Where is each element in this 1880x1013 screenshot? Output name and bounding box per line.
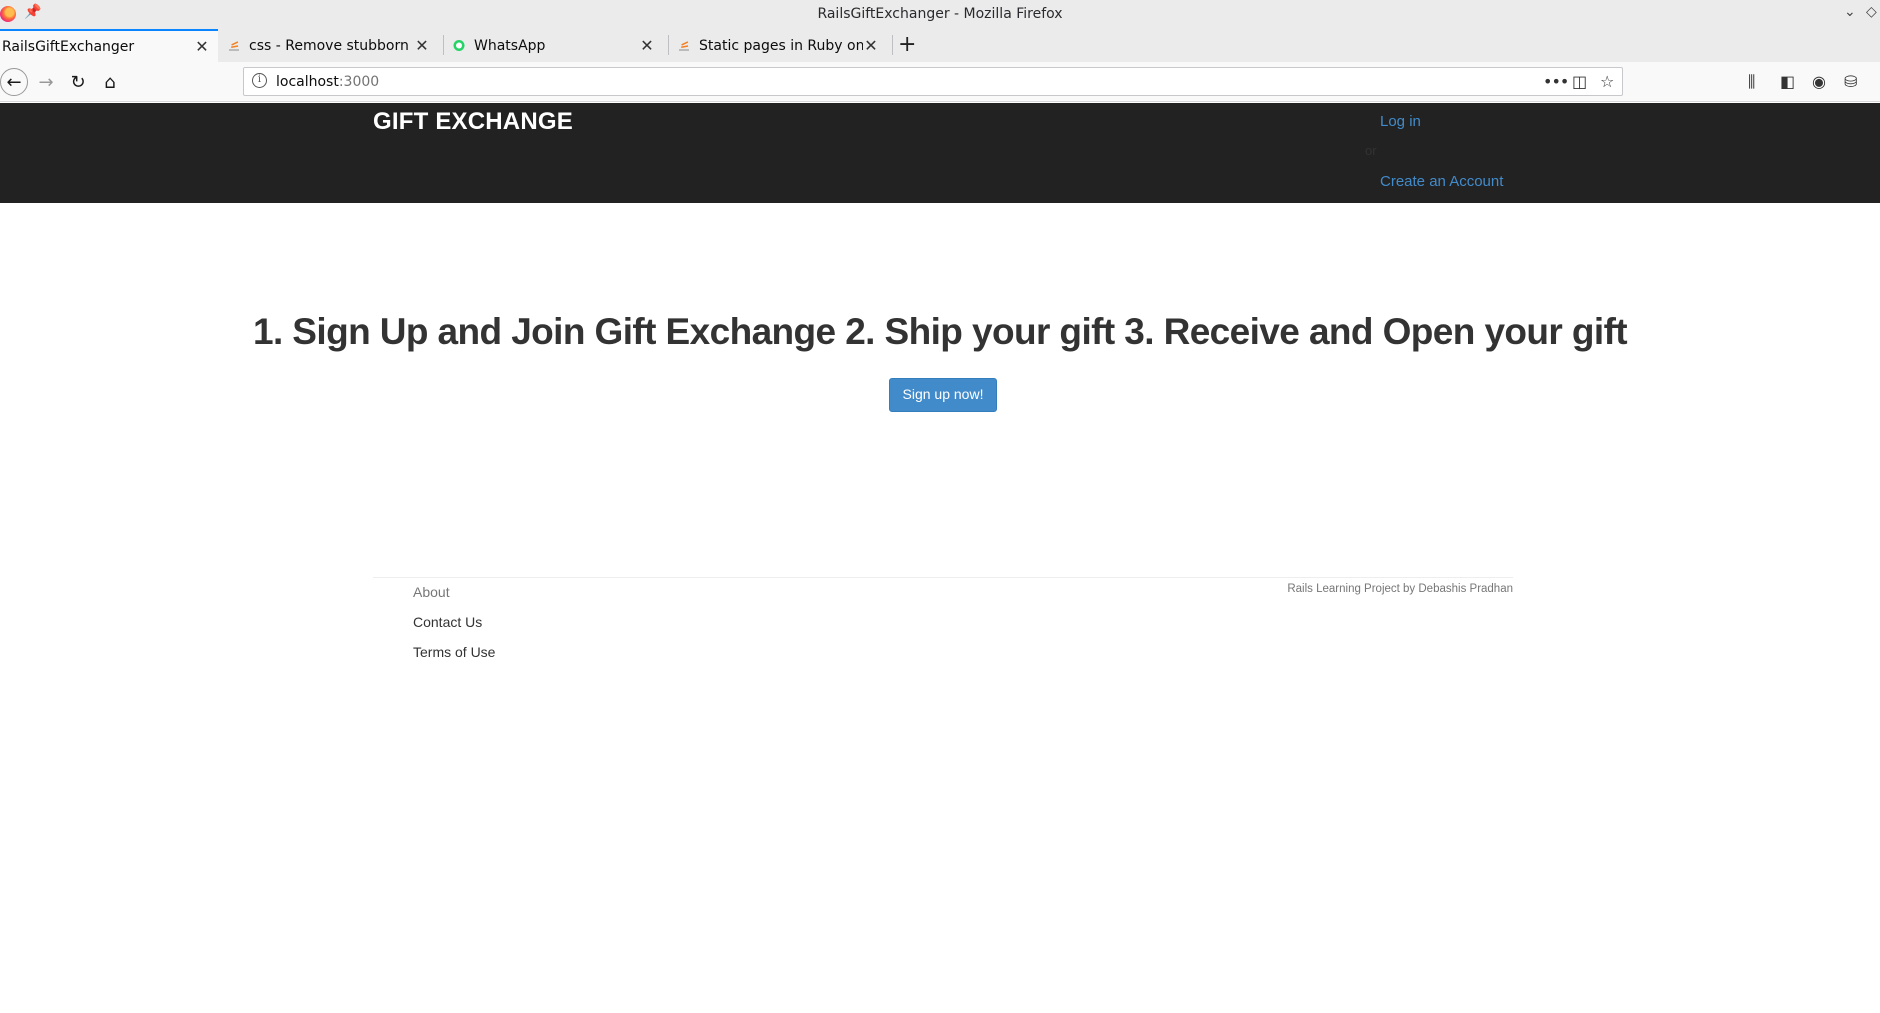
close-icon[interactable]: ✕ [639,36,655,55]
site-brand[interactable]: GIFT EXCHANGE [373,108,573,136]
pocket-icon[interactable]: ◫ [1572,72,1587,91]
reload-icon[interactable]: ↻ [64,68,92,96]
tab-separator [668,35,669,55]
footer-link-terms[interactable]: Terms of Use [413,644,495,660]
tab-separator [443,35,444,55]
login-link[interactable]: Log in [1380,113,1421,130]
close-icon[interactable]: ✕ [414,36,430,55]
whatsapp-icon [453,40,465,51]
home-icon[interactable]: ⌂ [96,68,124,96]
extension-icon[interactable]: ⛁ [1844,72,1857,91]
hero-heading: 1. Sign Up and Join Gift Exchange 2. Shi… [252,311,1628,352]
tab-label: WhatsApp [474,37,546,54]
tab-whatsapp[interactable]: WhatsApp ✕ [453,29,659,62]
footer-divider [373,577,1513,578]
close-icon[interactable]: ✕ [863,36,879,55]
stackoverflow-icon [679,41,689,51]
back-icon[interactable]: ← [0,68,28,96]
page-actions-icon[interactable]: ••• [1543,72,1569,91]
browser-toolbar: ← → ↻ ⌂ i localhost:3000 ••• ◫ ☆ ⫼ ◧ ◉ ⛁ [0,62,1880,102]
account-icon[interactable]: ◉ [1812,72,1826,91]
tab-strip: RailsGiftExchanger ✕ css - Remove stubbo… [0,29,1880,62]
close-icon[interactable]: ✕ [194,37,210,56]
library-icon[interactable]: ⫼ [1748,72,1755,92]
tab-label: RailsGiftExchanger [2,38,135,55]
signup-button[interactable]: Sign up now! [889,378,997,412]
new-tab-icon[interactable]: + [898,32,916,57]
stackoverflow-icon [229,41,239,51]
forward-icon[interactable]: → [32,68,60,96]
url-host: localhost [276,74,339,90]
footer-link-about[interactable]: About [413,584,450,600]
tab-label: Static pages in Ruby on Rai [699,37,863,54]
sidebar-icon[interactable]: ◧ [1780,72,1795,91]
bookmark-star-icon[interactable]: ☆ [1600,72,1614,91]
web-page: GIFT EXCHANGE Log in or Create an Accoun… [0,103,1880,1013]
create-account-link[interactable]: Create an Account [1380,173,1503,190]
tab-static-pages[interactable]: Static pages in Ruby on Rai ✕ [678,29,883,62]
footer-link-contact[interactable]: Contact Us [413,614,482,630]
window-titlebar: 📌 RailsGiftExchanger - Mozilla Firefox ⌄… [0,0,1880,29]
tab-stackoverflow-css[interactable]: css - Remove stubborn und ✕ [228,29,434,62]
url-text[interactable]: localhost:3000 [276,74,379,90]
site-info-icon[interactable]: i [252,73,267,88]
maximize-icon[interactable]: ◇ [1866,4,1877,20]
url-port: :3000 [338,74,380,90]
window-title: RailsGiftExchanger - Mozilla Firefox [817,6,1063,22]
minimize-icon[interactable]: ⌄ [1844,4,1856,20]
footer-credit: Rails Learning Project by Debashis Pradh… [1287,583,1513,595]
tab-railsgiftexchanger[interactable]: RailsGiftExchanger ✕ [0,29,218,62]
url-bar[interactable]: i localhost:3000 ••• ◫ ☆ [243,67,1623,96]
nav-or-text: or [1365,143,1377,158]
site-header: GIFT EXCHANGE Log in or Create an Accoun… [0,103,1880,203]
tab-separator [892,35,893,55]
tab-label: css - Remove stubborn und [249,37,414,54]
